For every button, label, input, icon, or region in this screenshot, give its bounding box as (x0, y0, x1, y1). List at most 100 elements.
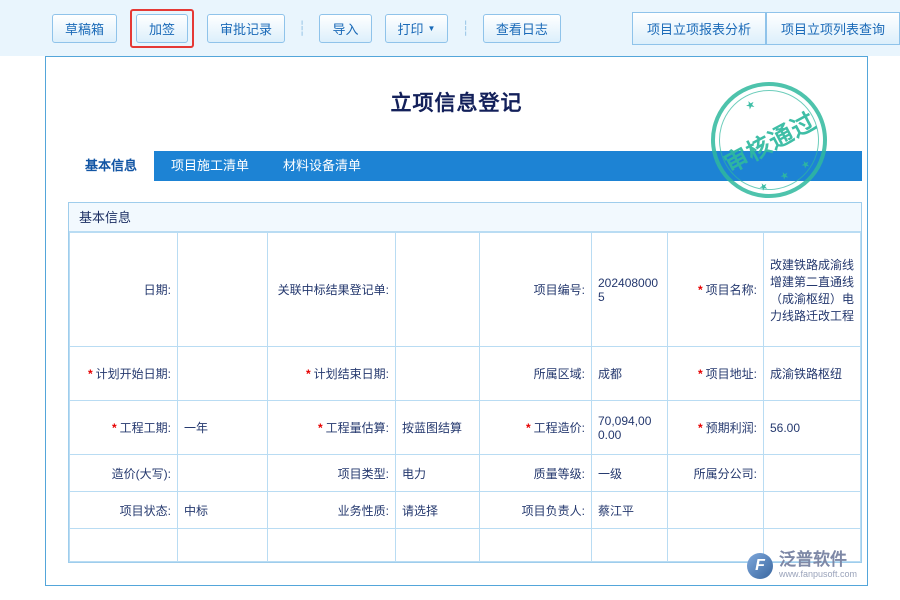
field-value[interactable]: 56.00 (764, 401, 861, 455)
field-label-text: 项目名称: (706, 283, 757, 297)
field-value[interactable]: 70,094,000.00 (592, 401, 668, 455)
approval-stamp: ★ 审核通过 ★ ★ ★ (691, 62, 848, 219)
view-log-button[interactable]: 查看日志 (483, 14, 561, 43)
field-value[interactable]: 2024080005 (592, 233, 668, 347)
field-value[interactable]: 蔡江平 (592, 492, 668, 529)
field-value[interactable]: 中标 (178, 492, 268, 529)
list-query-button[interactable]: 项目立项列表查询 (766, 12, 900, 45)
content-panel: 立项信息登记 ★ 审核通过 ★ ★ ★ 基本信息 项目施工清单 材料设备清单 基… (45, 56, 868, 586)
field-value[interactable]: 一级 (592, 455, 668, 492)
required-mark: * (698, 367, 703, 381)
field-value[interactable]: 成都 (592, 347, 668, 401)
field-value[interactable] (396, 347, 480, 401)
toolbar-divider: ┆ (461, 20, 469, 37)
field-label: 所属分公司: (668, 455, 764, 492)
field-label: 项目状态: (70, 492, 178, 529)
field-label-text: 关联中标结果登记单: (278, 283, 389, 297)
field-value[interactable] (178, 455, 268, 492)
brand-url: www.fanpusoft.com (779, 570, 857, 580)
field-label-text: 项目编号: (534, 283, 585, 297)
field-value (396, 529, 480, 562)
field-label: 关联中标结果登记单: (268, 233, 396, 347)
print-button[interactable]: 打印 ▼ (385, 14, 449, 43)
field-label-text: 预期利润: (706, 421, 757, 435)
basic-info-form: 基本信息 日期: 关联中标结果登记单: 项目编号: 2024080005 *项目… (68, 202, 862, 563)
field-label-text: 业务性质: (338, 504, 389, 518)
field-label (70, 529, 178, 562)
field-label: *项目地址: (668, 347, 764, 401)
field-label: 造价(大写): (70, 455, 178, 492)
field-label: *项目名称: (668, 233, 764, 347)
approval-record-button[interactable]: 审批记录 (207, 14, 285, 43)
add-sign-button[interactable]: 加签 (136, 14, 188, 43)
field-label: 日期: (70, 233, 178, 347)
field-label: 项目编号: (480, 233, 592, 347)
table-row: 日期: 关联中标结果登记单: 项目编号: 2024080005 *项目名称: 改… (70, 233, 861, 347)
field-value[interactable]: 请选择 (396, 492, 480, 529)
tab-material-list[interactable]: 材料设备清单 (266, 151, 378, 181)
field-value[interactable] (764, 455, 861, 492)
required-mark: * (318, 421, 323, 435)
field-label: *工程量估算: (268, 401, 396, 455)
chevron-down-icon: ▼ (428, 24, 436, 33)
toolbar-divider: ┆ (298, 20, 306, 37)
field-label: 质量等级: (480, 455, 592, 492)
print-label: 打印 (398, 19, 424, 38)
table-row: *计划开始日期: *计划结束日期: 所属区域: 成都 *项目地址: 成渝铁路枢纽 (70, 347, 861, 401)
field-value[interactable] (396, 233, 480, 347)
field-label: 项目类型: (268, 455, 396, 492)
field-label-text: 工程量估算: (326, 421, 389, 435)
draft-box-button[interactable]: 草稿箱 (52, 14, 117, 43)
field-label: *计划结束日期: (268, 347, 396, 401)
brand-text: 泛普软件 www.fanpusoft.com (779, 551, 857, 580)
required-mark: * (306, 367, 311, 381)
field-label-text: 日期: (144, 283, 171, 297)
field-value[interactable] (764, 492, 861, 529)
toolbar: 草稿箱 加签 审批记录 ┆ 导入 打印 ▼ ┆ 查看日志 项目立项报表分析 项目… (0, 0, 900, 56)
form-section-title: 基本信息 (69, 203, 861, 232)
field-label-text: 项目负责人: (522, 504, 585, 518)
field-label (668, 492, 764, 529)
required-mark: * (112, 421, 117, 435)
tab-construction-list[interactable]: 项目施工清单 (154, 151, 266, 181)
field-value[interactable]: 改建铁路成渝线增建第二直通线（成渝枢纽）电力线路迁改工程 (764, 233, 861, 347)
field-label-text: 造价(大写): (112, 467, 171, 481)
table-row (70, 529, 861, 562)
field-label-text: 计划结束日期: (314, 367, 389, 381)
table-row: *工程工期: 一年 *工程量估算: 按蓝图结算 *工程造价: 70,094,00… (70, 401, 861, 455)
field-label: *预期利润: (668, 401, 764, 455)
field-label-text: 工程工期: (120, 421, 171, 435)
highlight-box: 加签 (130, 9, 194, 48)
fanpu-logo-icon: F (747, 553, 773, 579)
table-row: 造价(大写): 项目类型: 电力 质量等级: 一级 所属分公司: (70, 455, 861, 492)
field-label-text: 质量等级: (534, 467, 585, 481)
field-label (268, 529, 396, 562)
field-value[interactable] (178, 233, 268, 347)
field-label-text: 所属区域: (534, 367, 585, 381)
report-analysis-button[interactable]: 项目立项报表分析 (632, 12, 766, 45)
field-label: *计划开始日期: (70, 347, 178, 401)
field-label-text: 计划开始日期: (96, 367, 171, 381)
brand-name: 泛普软件 (779, 551, 857, 570)
field-value (178, 529, 268, 562)
field-value[interactable]: 一年 (178, 401, 268, 455)
field-label: 所属区域: (480, 347, 592, 401)
required-mark: * (698, 283, 703, 297)
toolbar-right-links: 项目立项报表分析 项目立项列表查询 (632, 12, 900, 45)
star-icons: ★ ★ ★ (757, 155, 817, 194)
tab-basic-info[interactable]: 基本信息 (68, 151, 154, 181)
required-mark: * (88, 367, 93, 381)
field-value[interactable]: 成渝铁路枢纽 (764, 347, 861, 401)
field-value[interactable]: 按蓝图结算 (396, 401, 480, 455)
field-label: *工程造价: (480, 401, 592, 455)
brand-logo: F 泛普软件 www.fanpusoft.com (747, 551, 857, 580)
field-value[interactable] (178, 347, 268, 401)
field-label: 项目负责人: (480, 492, 592, 529)
import-button[interactable]: 导入 (319, 14, 371, 43)
field-label (480, 529, 592, 562)
field-label-text: 工程造价: (534, 421, 585, 435)
field-value[interactable]: 电力 (396, 455, 480, 492)
field-value (592, 529, 668, 562)
required-mark: * (698, 421, 703, 435)
field-label: 业务性质: (268, 492, 396, 529)
